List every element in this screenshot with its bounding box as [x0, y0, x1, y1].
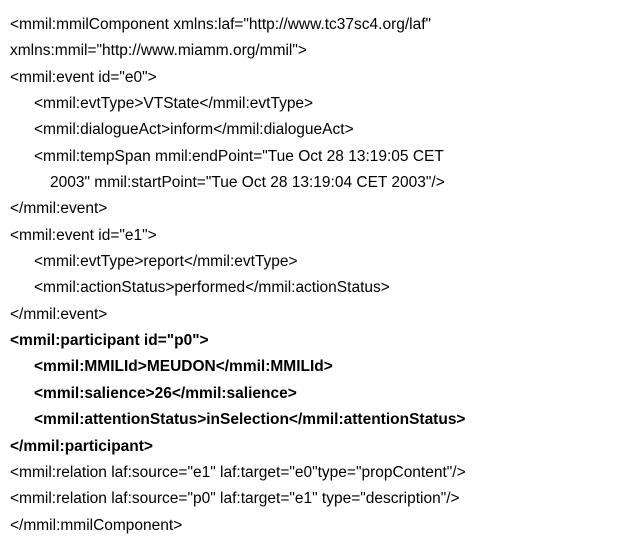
code-line: </mmil:mmilComponent> — [10, 513, 630, 539]
code-line-bold: <mmil:participant id="p0"> — [10, 328, 630, 354]
code-line: <mmil:evtType>VTState</mmil:evtType> — [10, 91, 630, 117]
code-line: <mmil:evtType>report</mmil:evtType> — [10, 249, 630, 275]
code-line: <mmil:event id="e0"> — [10, 65, 630, 91]
code-line: </mmil:event> — [10, 302, 630, 328]
code-line: <mmil:actionStatus>performed</mmil:actio… — [10, 275, 630, 301]
code-line: <mmil:relation laf:source="e1" laf:targe… — [10, 460, 630, 486]
code-line-bold: <mmil:attentionStatus>inSelection</mmil:… — [10, 407, 630, 433]
code-line: <mmil:event id="e1"> — [10, 223, 630, 249]
code-line: <mmil:mmilComponent xmlns:laf="http://ww… — [10, 12, 630, 38]
code-line: 2003" mmil:startPoint="Tue Oct 28 13:19:… — [10, 170, 630, 196]
code-line-bold: <mmil:salience>26</mmil:salience> — [10, 381, 630, 407]
code-line: xmlns:mmil="http://www.miamm.org/mmil"> — [10, 38, 630, 64]
code-line-bold: </mmil:participant> — [10, 434, 630, 460]
code-line: <mmil:relation laf:source="p0" laf:targe… — [10, 486, 630, 512]
code-line-bold: <mmil:MMILId>MEUDON</mmil:MMILId> — [10, 354, 630, 380]
code-line: </mmil:event> — [10, 196, 630, 222]
code-line: <mmil:tempSpan mmil:endPoint="Tue Oct 28… — [10, 144, 630, 170]
code-line: <mmil:dialogueAct>inform</mmil:dialogueA… — [10, 117, 630, 143]
